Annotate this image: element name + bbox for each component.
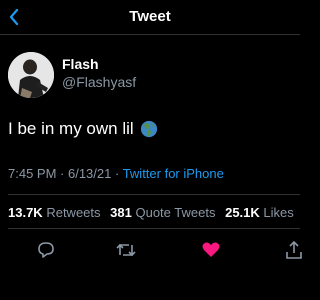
retweet-button[interactable] [114, 238, 138, 262]
page-title: Tweet [129, 8, 171, 25]
reply-button[interactable] [34, 238, 58, 262]
tweet-time: 7:45 PM [8, 166, 57, 181]
tweet-date: 6/13/21 [67, 166, 112, 181]
tweet-source-link[interactable]: Twitter for iPhone [123, 166, 224, 181]
share-button[interactable] [282, 238, 306, 262]
like-button[interactable] [199, 238, 223, 262]
author-display-name[interactable]: Flash [62, 56, 99, 72]
tweet-body: I be in my own lil [8, 119, 134, 138]
quote-tweets-count[interactable]: 381 [110, 205, 132, 220]
share-icon [286, 240, 302, 259]
avatar[interactable] [8, 52, 54, 98]
tweet-text: I be in my own lil [8, 119, 158, 139]
reply-icon [38, 242, 54, 258]
stats-top-divider [8, 194, 300, 195]
author-handle[interactable]: @Flashyasf [62, 74, 136, 90]
globe-americas-icon [140, 120, 157, 138]
retweets-label[interactable]: Retweets [46, 205, 100, 220]
avatar-image [8, 52, 54, 98]
meta-separator-2: · [111, 166, 123, 181]
engagement-stats: 13.7K Retweets 381 Quote Tweets 25.1K Li… [8, 205, 300, 220]
retweet-icon [116, 243, 136, 257]
tweet-meta: 7:45 PM · 6/13/21 · Twitter for iPhone [8, 166, 224, 181]
like-icon [202, 242, 220, 257]
header-divider [0, 34, 300, 35]
action-bar [0, 238, 302, 262]
meta-separator: · [56, 166, 68, 181]
likes-label[interactable]: Likes [263, 205, 293, 220]
top-bar: Tweet [0, 0, 300, 34]
stats-bottom-divider [8, 228, 300, 229]
retweets-count[interactable]: 13.7K [8, 205, 43, 220]
quote-tweets-label[interactable]: Quote Tweets [135, 205, 215, 220]
likes-count[interactable]: 25.1K [225, 205, 260, 220]
